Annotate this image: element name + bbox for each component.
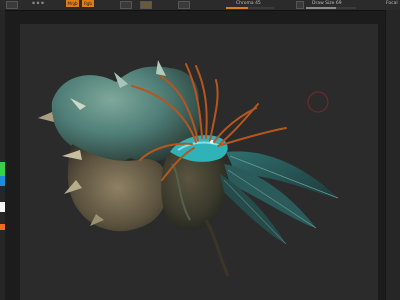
brush-icon[interactable] [140,1,152,9]
right-panel [385,10,400,300]
color-swatch-white[interactable] [0,202,5,212]
menu-icon[interactable] [6,1,18,9]
fins [220,151,339,245]
intensity-slider[interactable] [226,7,274,9]
material-icon[interactable] [120,1,132,9]
draw-size-fill [306,7,336,9]
focal-label: Focal [386,1,398,6]
mrgb-button[interactable]: Mrgb [66,0,79,7]
sculpt-model[interactable] [20,24,378,300]
color-swatch-blue[interactable] [0,176,5,186]
top-toolbar: ▪ ▪ ▪ Mrgb Rgb Chroma 45 Draw Size 69 Fo… [0,0,400,11]
left-palette [0,10,5,300]
3d-viewport[interactable] [20,24,378,300]
intensity-fill [226,7,248,9]
toggle-icon[interactable] [296,1,304,9]
creature-tail [204,219,230,277]
stroke-icon[interactable] [178,1,190,9]
draw-size-slider[interactable] [306,7,356,9]
color-swatch-green[interactable] [0,162,5,176]
toolbar-hint: ▪ ▪ ▪ [32,1,45,6]
rgb-button[interactable]: Rgb [82,0,94,7]
brush-cursor-icon [307,91,329,113]
color-swatch-orange[interactable] [0,224,5,230]
